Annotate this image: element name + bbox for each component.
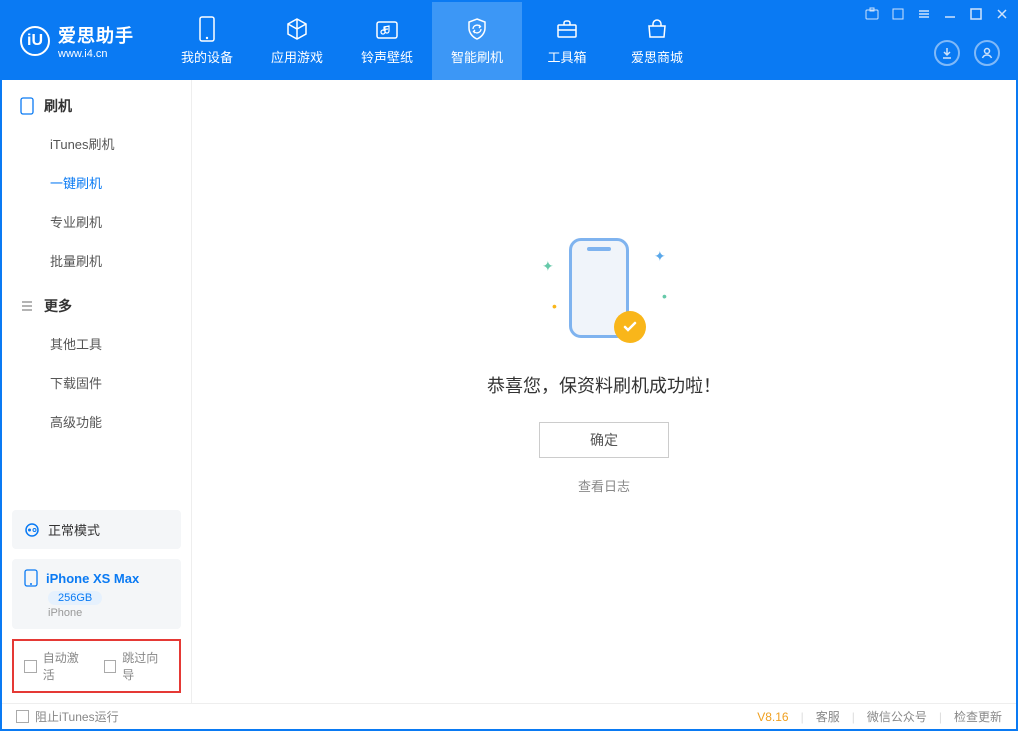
store-icon bbox=[645, 17, 669, 41]
check-badge-icon bbox=[614, 311, 646, 343]
checkbox-skip-guide[interactable]: 跳过向导 bbox=[104, 649, 170, 683]
sidebar-section-more: 更多 bbox=[2, 280, 191, 324]
skin-icon[interactable] bbox=[890, 6, 906, 22]
version-label: V8.16 bbox=[757, 710, 788, 724]
refresh-shield-icon bbox=[465, 17, 489, 41]
storage-badge: 256GB bbox=[48, 591, 102, 605]
sidebar-item-download-firmware[interactable]: 下载固件 bbox=[2, 363, 191, 402]
wechat-link[interactable]: 微信公众号 bbox=[867, 708, 927, 725]
phone-icon bbox=[20, 97, 34, 115]
app-url: www.i4.cn bbox=[58, 48, 134, 60]
nav-ringtone-wallpaper[interactable]: 铃声壁纸 bbox=[342, 2, 432, 80]
footer: 阻止iTunes运行 V8.16 | 客服 | 微信公众号 | 检查更新 bbox=[2, 703, 1016, 729]
nav-apps-games[interactable]: 应用游戏 bbox=[252, 2, 342, 80]
check-update-link[interactable]: 检查更新 bbox=[954, 708, 1002, 725]
sidebar: 刷机 iTunes刷机 一键刷机 专业刷机 批量刷机 更多 其他工具 下载固件 … bbox=[2, 80, 192, 703]
checkbox-block-itunes[interactable]: 阻止iTunes运行 bbox=[16, 708, 119, 725]
sidebar-section-flash: 刷机 bbox=[2, 80, 191, 124]
device-card[interactable]: iPhone XS Max 256GB iPhone bbox=[12, 559, 181, 629]
nav-my-device[interactable]: 我的设备 bbox=[162, 2, 252, 80]
mode-card[interactable]: 正常模式 bbox=[12, 510, 181, 549]
success-illustration: ✦ • ✦ • bbox=[534, 228, 674, 348]
view-log-link[interactable]: 查看日志 bbox=[578, 476, 630, 495]
top-nav: 我的设备 应用游戏 铃声壁纸 智能刷机 工具箱 爱思商城 bbox=[162, 2, 702, 80]
logo-icon: iU bbox=[20, 26, 50, 56]
sidebar-item-other-tools[interactable]: 其他工具 bbox=[2, 324, 191, 363]
success-message: 恭喜您，保资料刷机成功啦！ bbox=[487, 372, 721, 398]
cube-icon bbox=[285, 17, 309, 41]
device-icon bbox=[195, 17, 219, 41]
titlebar-controls bbox=[864, 6, 1010, 22]
sidebar-item-pro-flash[interactable]: 专业刷机 bbox=[2, 202, 191, 241]
flags-highlight-box: 自动激活 跳过向导 bbox=[12, 639, 181, 693]
feedback-icon[interactable] bbox=[864, 6, 880, 22]
support-link[interactable]: 客服 bbox=[816, 708, 840, 725]
user-button[interactable] bbox=[974, 40, 1000, 66]
nav-toolbox[interactable]: 工具箱 bbox=[522, 2, 612, 80]
download-button[interactable] bbox=[934, 40, 960, 66]
list-icon bbox=[20, 299, 34, 313]
device-type: iPhone bbox=[48, 607, 169, 619]
nav-smart-flash[interactable]: 智能刷机 bbox=[432, 2, 522, 80]
sidebar-item-itunes-flash[interactable]: iTunes刷机 bbox=[2, 124, 191, 163]
close-icon[interactable] bbox=[994, 6, 1010, 22]
maximize-icon[interactable] bbox=[968, 6, 984, 22]
app-name: 爱思助手 bbox=[58, 22, 134, 48]
music-folder-icon bbox=[375, 17, 399, 41]
main-content: ✦ • ✦ • 恭喜您，保资料刷机成功啦！ 确定 查看日志 bbox=[192, 80, 1016, 703]
header: iU 爱思助手 www.i4.cn 我的设备 应用游戏 铃声壁纸 智能刷机 工具… bbox=[2, 2, 1016, 80]
device-icon bbox=[24, 569, 38, 587]
ok-button[interactable]: 确定 bbox=[539, 422, 669, 458]
device-name: iPhone XS Max bbox=[46, 571, 139, 586]
toolbox-icon bbox=[555, 17, 579, 41]
app-logo: iU 爱思助手 www.i4.cn bbox=[2, 22, 152, 60]
sidebar-item-oneclick-flash[interactable]: 一键刷机 bbox=[2, 163, 191, 202]
sidebar-item-advanced[interactable]: 高级功能 bbox=[2, 402, 191, 441]
menu-icon[interactable] bbox=[916, 6, 932, 22]
checkbox-auto-activate[interactable]: 自动激活 bbox=[24, 649, 90, 683]
minimize-icon[interactable] bbox=[942, 6, 958, 22]
mode-icon bbox=[24, 522, 40, 538]
sidebar-item-batch-flash[interactable]: 批量刷机 bbox=[2, 241, 191, 280]
nav-store[interactable]: 爱思商城 bbox=[612, 2, 702, 80]
